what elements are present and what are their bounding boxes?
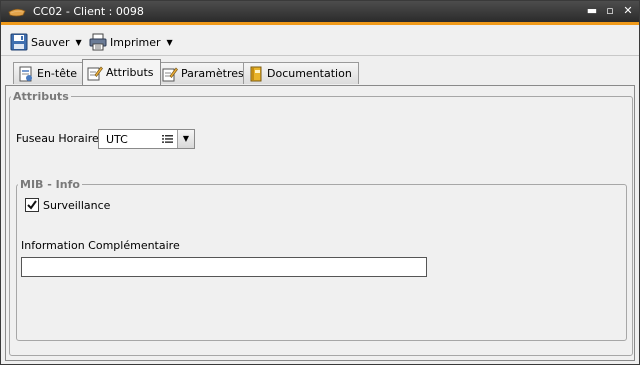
book-icon	[250, 66, 262, 81]
tab-label: En-tête	[37, 67, 78, 80]
save-button[interactable]: Sauver ▼	[10, 32, 82, 52]
attributes-group-legend: Attributs	[13, 90, 69, 103]
list-icon[interactable]	[162, 134, 173, 144]
save-label: Sauver	[31, 35, 70, 49]
minimize-button[interactable]: ▬	[585, 4, 599, 18]
save-dropdown-chevron-icon[interactable]: ▼	[76, 38, 82, 47]
mib-info-legend: MIB - Info	[20, 178, 80, 191]
client-window: CC02 - Client : 0098 ▬ ▫ ✕ Sauver ▼ Impr…	[0, 0, 640, 365]
check-mark-icon	[27, 200, 37, 210]
tab-documentation[interactable]: Documentation	[243, 62, 359, 84]
tab-attributs[interactable]: Attributs	[82, 59, 161, 85]
info-complementaire-label: Information Complémentaire	[21, 239, 180, 252]
timezone-value: UTC	[106, 133, 128, 146]
surveillance-checkbox[interactable]	[25, 198, 39, 212]
edit-attributes-icon	[87, 65, 103, 80]
tab-label: Paramètres	[181, 67, 244, 80]
parameters-icon	[162, 66, 178, 81]
printer-icon	[89, 33, 107, 51]
restore-button[interactable]: ▫	[603, 4, 617, 18]
title-bar[interactable]: CC02 - Client : 0098 ▬ ▫ ✕	[1, 1, 639, 25]
info-complementaire-input[interactable]	[21, 257, 427, 277]
tab-en-tete[interactable]: En-tête	[13, 62, 85, 84]
surveillance-label[interactable]: Surveillance	[43, 199, 110, 212]
print-label: Imprimer	[110, 35, 161, 49]
header-doc-icon	[19, 66, 32, 81]
dropdown-chevron-icon[interactable]: ▼	[177, 130, 194, 148]
timezone-select[interactable]: UTC ▼	[98, 129, 195, 149]
tab-label: Documentation	[267, 67, 352, 80]
print-dropdown-chevron-icon[interactable]: ▼	[167, 38, 173, 47]
floppy-disk-icon	[10, 33, 28, 51]
app-logo-icon	[8, 8, 26, 17]
tab-parametres[interactable]: Paramètres	[157, 62, 251, 84]
toolbar: Sauver ▼ Imprimer ▼	[1, 28, 639, 56]
timezone-label: Fuseau Horaire:	[16, 132, 103, 145]
print-button[interactable]: Imprimer ▼	[89, 32, 173, 52]
close-button[interactable]: ✕	[621, 4, 635, 18]
tab-label: Attributs	[106, 66, 154, 79]
tab-strip: En-tête Attributs Paramètres Documentati…	[1, 59, 639, 85]
window-title: CC02 - Client : 0098	[33, 5, 144, 18]
